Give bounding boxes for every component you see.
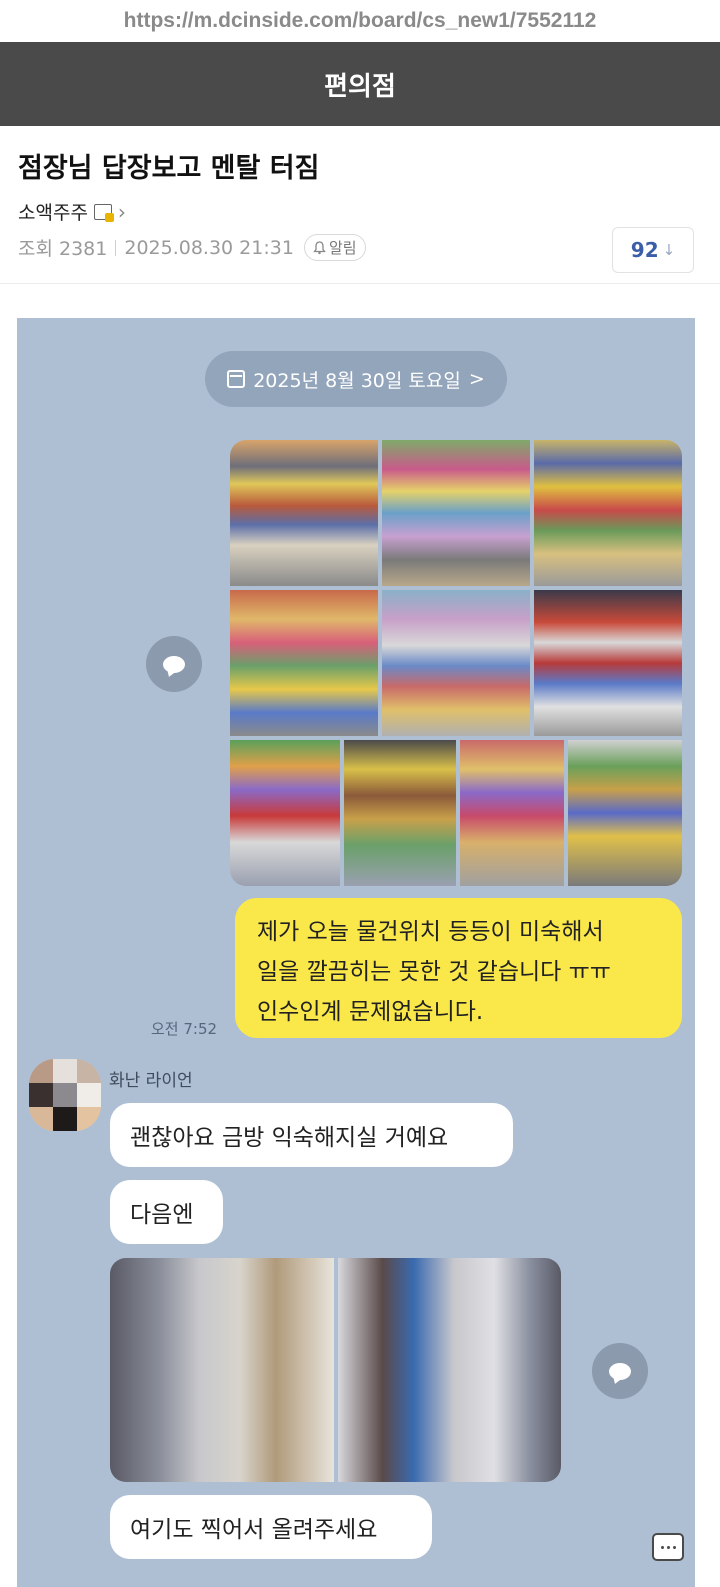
shelf-photo[interactable] <box>534 440 682 586</box>
comment-dot <box>666 1545 670 1549</box>
avatar[interactable] <box>29 1059 101 1131</box>
calendar-icon <box>227 370 246 388</box>
reply-bubble: 다음엔 <box>110 1180 223 1244</box>
shelf-photo[interactable] <box>568 740 682 886</box>
author-name[interactable]: 소액주주 <box>18 198 88 225</box>
chat-screenshot: 2025년 8월 30일 토요일 > 제가 오늘 물건위치 등등이 미숙해서 일… <box>17 318 695 1587</box>
shelf-photo[interactable] <box>382 590 530 736</box>
section-divider <box>0 283 720 284</box>
reply-text: 여기도 찍어서 올려주세요 <box>130 1517 378 1543</box>
reply-text: 괜찮아요 금방 익숙해지실 거예요 <box>130 1125 449 1151</box>
date-label: 2025년 8월 30일 토요일 <box>253 369 461 392</box>
share-bubble-icon <box>609 1362 631 1380</box>
view-count: 조회 2381 <box>18 238 108 260</box>
shelf-photo[interactable] <box>460 740 564 886</box>
alarm-button[interactable]: 알림 <box>303 234 366 261</box>
shelf-photo[interactable] <box>230 740 340 886</box>
shelf-photo[interactable] <box>344 740 456 886</box>
storage-photo[interactable] <box>110 1258 334 1482</box>
comment-button[interactable] <box>652 1533 684 1561</box>
url-bar[interactable]: https://m.dcinside.com/board/cs_new1/755… <box>0 0 720 42</box>
vote-button[interactable]: 92 ↓ <box>612 227 694 273</box>
share-bubble-icon <box>163 655 185 673</box>
shelf-photo[interactable] <box>230 440 378 586</box>
date-separator[interactable]: 2025년 8월 30일 토요일 > <box>205 351 507 407</box>
reply-text: 다음엔 <box>130 1202 194 1228</box>
shelf-photo[interactable] <box>534 590 682 736</box>
bell-icon <box>313 240 326 254</box>
url-text: https://m.dcinside.com/board/cs_new1/755… <box>123 9 597 32</box>
chevron-right-icon: › <box>117 199 126 224</box>
alarm-label: 알림 <box>328 239 357 257</box>
message-line: 인수인계 문제없습니다. <box>257 999 484 1025</box>
post-meta: 조회 2381 2025.08.30 21:31 알림 <box>18 234 366 261</box>
storage-photo[interactable] <box>338 1258 561 1482</box>
comment-dot <box>660 1545 664 1549</box>
board-header: 편의점 <box>0 42 720 126</box>
comment-dot <box>672 1545 676 1549</box>
board-name: 편의점 <box>324 71 396 102</box>
reply-bubble: 여기도 찍어서 올려주세요 <box>110 1495 432 1559</box>
post-title: 점장님 답장보고 멘탈 터짐 <box>18 153 320 184</box>
message-time: 오전 7:52 <box>151 1020 218 1038</box>
share-button[interactable] <box>592 1343 648 1399</box>
share-button[interactable] <box>146 636 202 692</box>
meta-divider <box>115 239 117 256</box>
author-row[interactable]: 소액주주 › <box>18 198 126 225</box>
shelf-photo-grid[interactable] <box>230 440 682 886</box>
post-datetime: 2025.08.30 21:31 <box>124 236 294 259</box>
chevron-right-icon: > <box>468 368 485 390</box>
my-message-bubble: 제가 오늘 물건위치 등등이 미숙해서 일을 깔끔히는 못한 것 같습니다 ㅠㅠ… <box>235 898 682 1038</box>
sender-name: 화난 라이언 <box>109 1071 193 1091</box>
message-line: 제가 오늘 물건위치 등등이 미숙해서 <box>257 919 604 945</box>
vote-count: 92 <box>630 238 659 262</box>
message-line: 일을 깔끔히는 못한 것 같습니다 ㅠㅠ <box>257 959 611 985</box>
shelf-photo[interactable] <box>230 590 378 736</box>
reply-bubble: 괜찮아요 금방 익숙해지실 거예요 <box>110 1103 513 1167</box>
storage-photo-pair[interactable] <box>110 1258 561 1482</box>
down-arrow-icon: ↓ <box>662 241 676 259</box>
fixed-nick-icon <box>93 203 114 222</box>
shelf-photo[interactable] <box>382 440 530 586</box>
